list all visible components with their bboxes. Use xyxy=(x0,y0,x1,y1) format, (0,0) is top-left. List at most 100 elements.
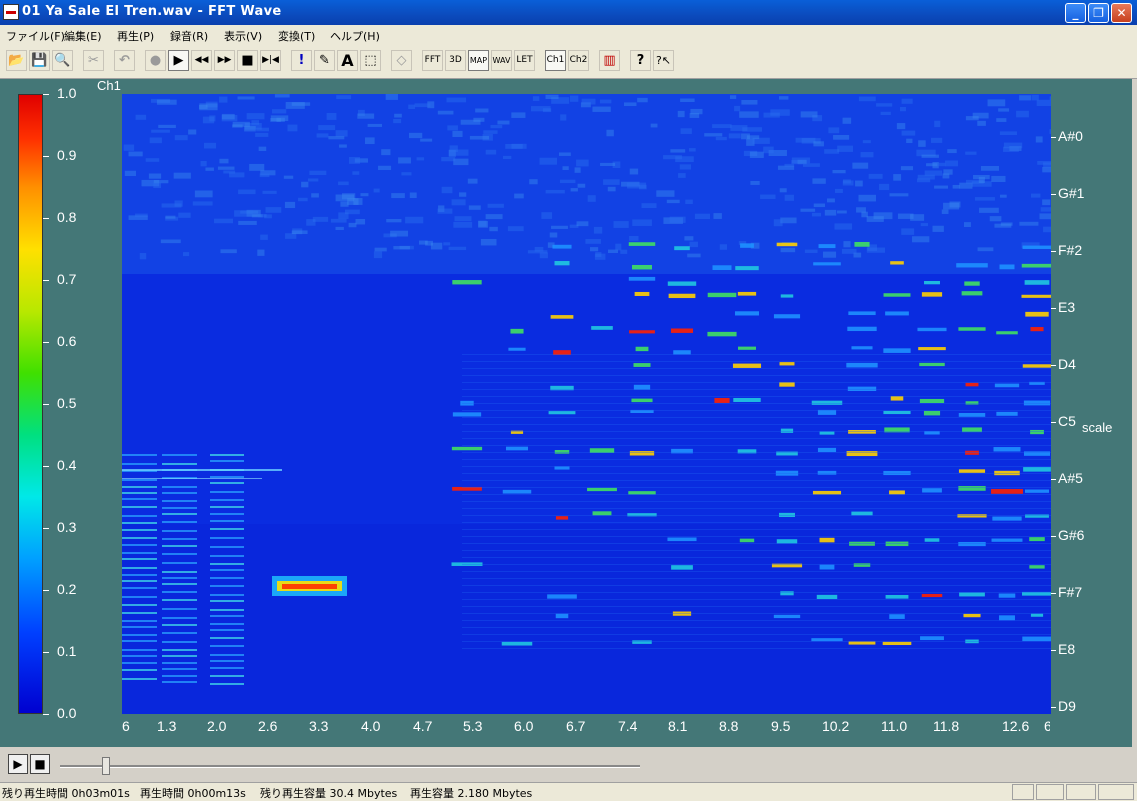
menu-convert[interactable]: 変換(T) xyxy=(278,28,315,44)
spectrogram-cell xyxy=(489,226,498,232)
menu-play[interactable]: 再生(P) xyxy=(117,28,154,44)
text-icon[interactable]: A xyxy=(337,50,358,71)
spectrogram-cell xyxy=(889,193,909,197)
spectrogram-cell xyxy=(694,213,711,220)
menu-edit[interactable]: 編集(E) xyxy=(64,28,102,44)
spectrogram-cell xyxy=(367,123,383,127)
ch2-button[interactable]: Ch2 xyxy=(568,50,589,71)
minimize-button[interactable]: _ xyxy=(1065,3,1086,23)
spectrogram-cell xyxy=(846,362,878,368)
menu-help[interactable]: ヘルプ(H) xyxy=(330,28,380,44)
spectrogram-cell xyxy=(401,172,412,176)
spectrogram-cell xyxy=(673,350,691,355)
save-icon[interactable]: 💾 xyxy=(29,50,50,71)
spectrogram-cell xyxy=(219,158,229,164)
spectrogram-cell xyxy=(262,190,277,194)
spectrogram-cell xyxy=(462,473,1051,474)
spectrogram-cell xyxy=(162,553,197,555)
spectrogram-cell xyxy=(301,181,309,188)
spectrogram-cell xyxy=(287,124,298,132)
cut-icon[interactable]: ✂ xyxy=(83,50,104,71)
close-button[interactable]: ✕ xyxy=(1111,3,1132,23)
spectrogram-cell xyxy=(454,216,472,222)
record-button[interactable]: ● xyxy=(145,50,166,71)
menu-view[interactable]: 表示(V) xyxy=(224,28,262,44)
map-button[interactable]: MAP xyxy=(468,50,489,71)
play-button[interactable]: ▶ xyxy=(168,50,189,71)
spectrogram-cell xyxy=(862,140,871,144)
spectrogram-cell xyxy=(373,251,383,259)
spectrogram-cell xyxy=(780,591,794,596)
stop-button[interactable]: ■ xyxy=(237,50,258,71)
spectrogram-cell xyxy=(880,111,891,116)
spectrogram-cell xyxy=(385,94,398,100)
spectrogram-cell xyxy=(889,490,905,495)
spectrogram-cell xyxy=(674,246,690,251)
spectrogram-cell xyxy=(668,293,696,299)
spectrogram-cell xyxy=(1019,95,1031,101)
spectrogram-cell xyxy=(1025,311,1049,317)
context-help-icon[interactable]: ?↖ xyxy=(653,50,674,71)
spectrogram-cell xyxy=(210,506,244,508)
spectrogram-cell xyxy=(162,632,197,634)
spectrogram-cell xyxy=(122,515,157,517)
spectrogram-map[interactable] xyxy=(122,94,1051,714)
play-button-small[interactable]: ▶ xyxy=(8,754,28,774)
fast-forward-button[interactable]: ▶▶ xyxy=(214,50,235,71)
pencil-icon[interactable]: ✎ xyxy=(314,50,335,71)
spectrogram-cell xyxy=(687,253,701,258)
position-slider-track[interactable] xyxy=(60,765,640,768)
spectrogram-cell xyxy=(770,109,790,116)
preview-icon[interactable]: 🔍 xyxy=(52,50,73,71)
let-button[interactable]: LET xyxy=(514,50,535,71)
stop-button-small[interactable]: ■ xyxy=(30,754,50,774)
spectrogram-cell xyxy=(1022,245,1051,249)
select-icon[interactable]: ⬚ xyxy=(360,50,381,71)
spectrogram-cell xyxy=(615,243,622,251)
remaining-capacity: 残り再生容量 30.4 Mbytes xyxy=(260,787,398,800)
x-tick-label: 4.7 xyxy=(413,718,433,734)
spectrogram-cell xyxy=(145,158,160,162)
menu-record[interactable]: 録音(R) xyxy=(170,28,208,44)
wav-button[interactable]: WAV xyxy=(491,50,512,71)
spectrogram-cell xyxy=(462,571,1051,572)
open-icon[interactable]: 📂 xyxy=(6,50,27,71)
spectrogram-cell xyxy=(162,662,197,664)
spectrogram-cell xyxy=(390,230,409,237)
undo-icon[interactable]: ↶ xyxy=(114,50,135,71)
eraser-icon[interactable]: ◇ xyxy=(391,50,412,71)
color-settings-icon[interactable]: ▥ xyxy=(599,50,620,71)
spectrogram-cell xyxy=(328,136,345,140)
spectrogram-cell xyxy=(153,182,162,189)
spectrogram-cell xyxy=(548,411,576,415)
spectrogram-cell xyxy=(779,188,787,193)
spectrogram-cell xyxy=(992,516,1022,521)
spectrogram-cell xyxy=(178,212,191,218)
x-tick-label: 6.7 xyxy=(566,718,586,734)
rewind-button[interactable]: ◀◀ xyxy=(191,50,212,71)
fft-button[interactable]: FFT xyxy=(422,50,443,71)
spectrogram-cell xyxy=(606,129,614,137)
spectrogram-cell xyxy=(996,411,1018,416)
spectrogram-cell xyxy=(199,103,218,111)
end-button[interactable]: ▶|◀ xyxy=(260,50,281,71)
spectrogram-cell xyxy=(210,513,244,515)
ch1-button[interactable]: Ch1 xyxy=(545,50,566,71)
spectrogram-cell xyxy=(451,446,483,451)
help-icon[interactable]: ? xyxy=(630,50,651,71)
spectrogram-cell xyxy=(912,236,930,243)
maximize-button[interactable]: ❐ xyxy=(1088,3,1109,23)
3d-button[interactable]: 3D xyxy=(445,50,466,71)
spectrogram-cell xyxy=(901,98,913,104)
marker-icon[interactable]: ! xyxy=(291,50,312,71)
spectrogram-cell xyxy=(628,242,656,246)
app-icon[interactable] xyxy=(3,4,19,20)
spectrogram-cell xyxy=(991,489,1023,494)
spectrogram-cell xyxy=(924,538,940,542)
spectrogram-cell xyxy=(462,648,1051,649)
y-tick-label: D4 xyxy=(1058,356,1076,372)
menu-file[interactable]: ファイル(F) xyxy=(6,28,65,44)
x-tick-label: 2.0 xyxy=(207,718,227,734)
position-slider-thumb[interactable] xyxy=(102,757,111,775)
spectrogram-cell xyxy=(468,205,481,210)
